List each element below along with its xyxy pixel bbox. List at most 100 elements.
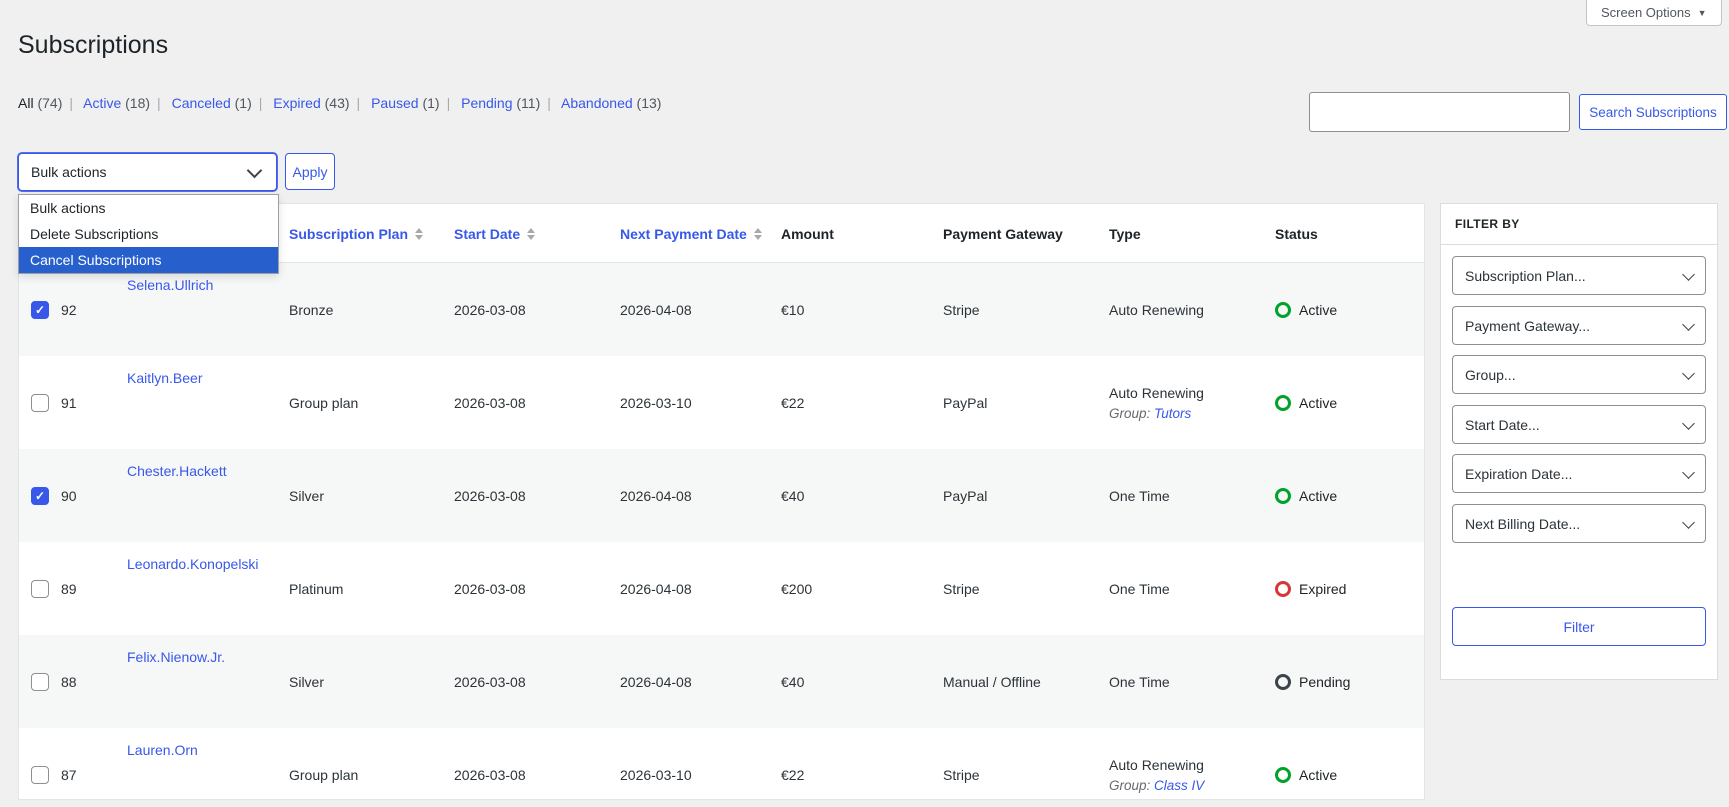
cell-status: Active [1275,356,1337,449]
cell-start: 2026-03-08 [454,580,526,597]
row-checkbox[interactable]: ✓ [31,393,49,412]
status-filter-links: All (74) | Active (18) | Canceled (1) | Exp… [18,95,662,111]
cell-type: One Time [1109,487,1170,504]
user-link[interactable]: Chester.Hackett [127,463,227,479]
cell-start: 2026-03-08 [454,301,526,318]
row-checkbox[interactable]: ✓ [31,672,49,691]
row-checkbox[interactable]: ✓ [31,579,49,598]
cell-gateway: Manual / Offline [943,673,1041,690]
check-icon: ✓ [34,488,46,503]
page-title: Subscriptions [18,30,169,59]
cell-type: One Time [1109,580,1170,597]
status-label: Active [1299,487,1338,504]
cell-amount: €22 [781,394,805,411]
status-icon [1275,487,1291,504]
filter-link-abandoned[interactable]: Abandoned [561,95,633,111]
cell-type: Auto Renewing [1109,301,1204,318]
column-header-amount: Amount [781,225,834,242]
column-header-next-payment-date[interactable]: Next Payment Date [620,204,762,263]
cell-amount: €40 [781,673,805,690]
sort-icon [753,227,762,240]
group-label: Group: [1109,777,1151,793]
cell-plan: Group plan [289,394,359,411]
cell-status: Expired [1275,542,1346,635]
filter-button[interactable]: Filter [1452,607,1706,646]
filter-select-start-date[interactable]: Start Date... [1452,405,1706,444]
user-link[interactable]: Selena.Ullrich [127,277,213,293]
cell-type: Auto Renewing Group: Tutors [1109,384,1204,421]
cell-gateway: Stripe [943,301,980,318]
filter-link-all[interactable]: All [18,95,34,111]
chevron-down-icon [246,162,263,179]
table-row: ✓ 89 Leonardo.Konopelski Platinum 2026-0… [19,542,1424,635]
filter-by-panel: FILTER BY Subscription Plan... Payment G… [1440,203,1718,680]
status-label: Active [1299,766,1338,783]
group-link[interactable]: Tutors [1154,406,1191,421]
filter-select-payment-gateway[interactable]: Payment Gateway... [1452,306,1706,345]
user-link[interactable]: Felix.Nienow.Jr. [127,649,225,665]
cell-gateway: PayPal [943,487,988,504]
user-link[interactable]: Leonardo.Konopelski [127,556,259,572]
bulk-actions-dropdown: Bulk actions Delete Subscriptions Cancel… [18,194,279,274]
cell-next-payment: 2026-04-08 [620,580,692,597]
status-icon [1275,673,1291,690]
row-checkbox[interactable]: ✓ [31,765,49,784]
user-link[interactable]: Lauren.Orn [127,742,198,758]
column-header-status: Status [1275,225,1318,242]
group-link[interactable]: Class IV [1154,778,1204,793]
subscriptions-page: Subscriptions Screen Options ▼ All (74) |… [0,0,1729,807]
screen-options-label: Screen Options [1601,5,1691,20]
table-row: ✓ 87 Lauren.Orn Group plan 2026-03-08 20… [19,728,1424,799]
cell-plan: Platinum [289,580,344,597]
cell-next-payment: 2026-03-10 [620,394,692,411]
bulk-option-cancel-subscriptions[interactable]: Cancel Subscriptions [19,247,278,273]
cell-next-payment: 2026-03-10 [620,766,692,783]
cell-next-payment: 2026-04-08 [620,487,692,504]
bulk-option-delete-subscriptions[interactable]: Delete Subscriptions [19,221,278,247]
cell-gateway: Stripe [943,580,980,597]
row-checkbox[interactable]: ✓ [31,300,49,319]
bulk-option-bulk-actions[interactable]: Bulk actions [19,195,278,221]
filter-link-canceled[interactable]: Canceled [172,95,231,111]
subscriptions-table: Subscription Plan Start Date Next Paymen… [18,203,1425,800]
column-header-start-date[interactable]: Start Date [454,204,536,263]
filter-select-next-billing-date[interactable]: Next Billing Date... [1452,504,1706,543]
filter-select-subscription-plan[interactable]: Subscription Plan... [1452,256,1706,295]
search-subscriptions-button[interactable]: Search Subscriptions [1579,94,1727,130]
filter-link-pending[interactable]: Pending [461,95,512,111]
status-label: Active [1299,394,1338,411]
filter-select-expiration-date[interactable]: Expiration Date... [1452,454,1706,493]
screen-options-button[interactable]: Screen Options ▼ [1586,0,1722,26]
row-checkbox[interactable]: ✓ [31,486,49,505]
bulk-actions-select[interactable]: Bulk actions [18,153,277,191]
filter-link-expired[interactable]: Expired [273,95,320,111]
status-label: Pending [1299,673,1351,690]
column-header-payment-gateway: Payment Gateway [943,225,1063,242]
chevron-down-icon [1682,267,1695,281]
subscription-id: 90 [61,487,77,504]
cell-type: One Time [1109,673,1170,690]
apply-button[interactable]: Apply [285,153,335,190]
subscription-id: 92 [61,301,77,318]
filter-select-group[interactable]: Group... [1452,355,1706,394]
subscription-id: 91 [61,394,77,411]
search-input[interactable] [1309,92,1570,132]
column-header-subscription-plan[interactable]: Subscription Plan [289,204,424,263]
table-row: ✓ 91 Kaitlyn.Beer Group plan 2026-03-08 … [19,356,1424,449]
cell-status: Active [1275,728,1338,799]
group-label: Group: [1109,405,1151,421]
table-row: ✓ 92 Selena.Ullrich Bronze 2026-03-08 20… [19,263,1424,356]
filter-link-paused[interactable]: Paused [371,95,418,111]
filter-link-active[interactable]: Active [83,95,121,111]
chevron-down-icon [1682,317,1695,331]
cell-start: 2026-03-08 [454,487,526,504]
chevron-down-icon [1682,465,1695,479]
status-label: Expired [1299,580,1347,597]
chevron-down-icon [1682,416,1695,430]
cell-start: 2026-03-08 [454,673,526,690]
bulk-actions-selected-value: Bulk actions [31,164,107,180]
check-icon: ✓ [34,302,46,317]
cell-start: 2026-03-08 [454,766,526,783]
user-link[interactable]: Kaitlyn.Beer [127,370,202,386]
cell-plan: Group plan [289,766,359,783]
